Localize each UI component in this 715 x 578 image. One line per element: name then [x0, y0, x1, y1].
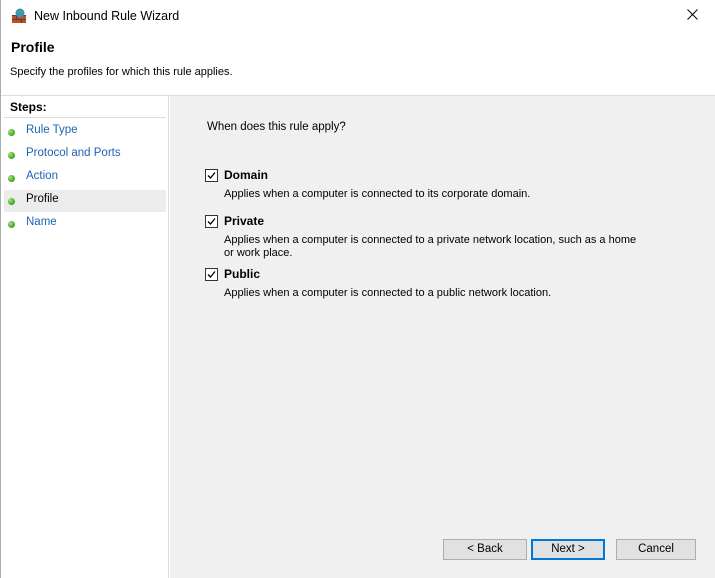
close-icon[interactable] [686, 9, 698, 23]
page-subtitle: Specify the profiles for which this rule… [10, 66, 233, 78]
step-bullet-icon [8, 129, 15, 136]
step-label: Profile [26, 193, 59, 205]
firewall-app-icon [11, 8, 27, 24]
title-bar: New Inbound Rule Wizard [1, 0, 715, 32]
steps-heading: Steps: [10, 100, 47, 114]
step-label[interactable]: Action [26, 170, 58, 182]
domain-label[interactable]: Domain [224, 168, 268, 182]
cancel-button[interactable]: Cancel [616, 539, 696, 560]
checkmark-icon [207, 218, 216, 225]
public-checkbox[interactable] [205, 268, 218, 281]
next-button[interactable]: Next > [531, 539, 605, 560]
step-bullet-icon [8, 152, 15, 159]
domain-checkbox[interactable] [205, 169, 218, 182]
step-name[interactable]: Name [4, 213, 166, 235]
public-label[interactable]: Public [224, 267, 260, 281]
step-label[interactable]: Name [26, 216, 57, 228]
close-button[interactable] [669, 0, 715, 32]
step-label[interactable]: Protocol and Ports [26, 147, 121, 159]
public-description: Applies when a computer is connected to … [224, 287, 552, 299]
private-description: Applies when a computer is connected to … [224, 234, 637, 259]
wizard-header: Profile Specify the profiles for which t… [1, 32, 715, 96]
step-rule-type[interactable]: Rule Type [4, 121, 166, 143]
steps-divider [4, 117, 166, 118]
back-button[interactable]: < Back [443, 539, 527, 560]
content-panel: When does this rule apply? Domain Applie… [170, 96, 715, 578]
step-protocol-and-ports[interactable]: Protocol and Ports [4, 144, 166, 166]
page-title: Profile [11, 39, 55, 55]
step-label[interactable]: Rule Type [26, 124, 78, 136]
rule-question: When does this rule apply? [207, 121, 346, 133]
step-bullet-icon [8, 221, 15, 228]
window-title: New Inbound Rule Wizard [34, 9, 180, 23]
checkmark-icon [207, 172, 216, 179]
private-label[interactable]: Private [224, 214, 264, 228]
steps-panel: Steps: Rule Type Protocol and Ports Acti… [1, 96, 169, 578]
step-bullet-icon [8, 198, 15, 205]
domain-description: Applies when a computer is connected to … [224, 188, 531, 200]
private-checkbox[interactable] [205, 215, 218, 228]
wizard-window: New Inbound Rule Wizard Profile Specify … [0, 0, 715, 578]
step-profile: Profile [4, 190, 166, 212]
step-bullet-icon [8, 175, 15, 182]
checkmark-icon [207, 271, 216, 278]
step-action[interactable]: Action [4, 167, 166, 189]
